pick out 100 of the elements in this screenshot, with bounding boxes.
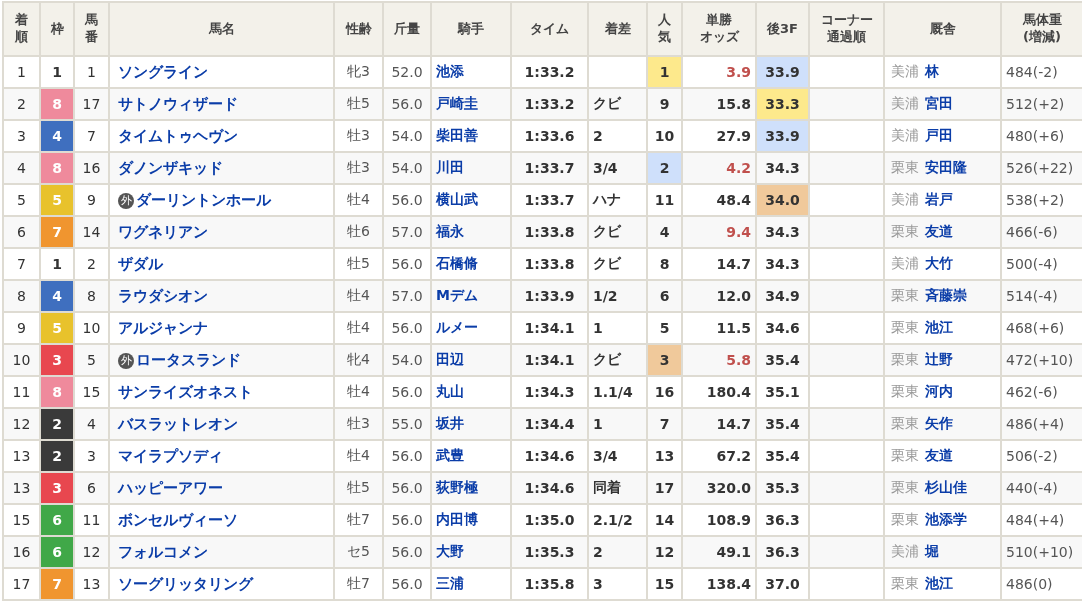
trainer-link[interactable]: 戸田 bbox=[925, 127, 953, 143]
time-cell: 1:35.3 bbox=[511, 536, 588, 568]
odds-cell: 4.2 bbox=[682, 152, 756, 184]
horse-name-link[interactable]: ザダル bbox=[118, 254, 163, 273]
trainer-link[interactable]: 池江 bbox=[925, 319, 953, 335]
margin-cell: 3/4 bbox=[588, 152, 647, 184]
body-weight-cell: 486(+4) bbox=[1001, 408, 1082, 440]
margin-cell: 同着 bbox=[588, 472, 647, 504]
trainer-link[interactable]: 堀 bbox=[925, 543, 939, 559]
last-3f-cell: 34.9 bbox=[756, 280, 809, 312]
trainer-link[interactable]: 辻野 bbox=[925, 351, 953, 367]
column-header: 通過順 bbox=[826, 29, 867, 46]
time-cell: 1:35.8 bbox=[511, 568, 588, 600]
trainer-link[interactable]: 杉山佳 bbox=[925, 479, 967, 495]
rank-cell: 16 bbox=[3, 536, 40, 568]
body-weight-cell: 510(+10) bbox=[1001, 536, 1082, 568]
jockey-link[interactable]: 大野 bbox=[436, 543, 464, 559]
trainer-link[interactable]: 林 bbox=[925, 63, 939, 79]
trainer-link[interactable]: 河内 bbox=[925, 383, 953, 399]
trainer-link[interactable]: 大竹 bbox=[925, 255, 953, 271]
odds-cell: 12.0 bbox=[682, 280, 756, 312]
stable-region: 栗東 bbox=[891, 383, 919, 399]
trainer-link[interactable]: 安田隆 bbox=[925, 159, 967, 175]
stable-region: 栗東 bbox=[891, 415, 919, 431]
odds-cell: 15.8 bbox=[682, 88, 756, 120]
stable-region: 栗東 bbox=[891, 447, 919, 463]
foreign-horse-mark: 外 bbox=[118, 352, 134, 369]
trainer-link[interactable]: 斉藤崇 bbox=[925, 287, 967, 303]
column-header: 順 bbox=[14, 29, 29, 46]
jockey-link[interactable]: 池添 bbox=[436, 63, 464, 79]
column-header: 馬名 bbox=[207, 20, 236, 38]
margin-cell: クビ bbox=[588, 216, 647, 248]
sex-age-cell: 牡3 bbox=[334, 408, 383, 440]
jockey-link[interactable]: 武豊 bbox=[436, 447, 464, 463]
body-weight-cell: 512(+2) bbox=[1001, 88, 1082, 120]
jockey-link[interactable]: 丸山 bbox=[436, 383, 464, 399]
odds-cell: 9.4 bbox=[682, 216, 756, 248]
margin-cell: 3 bbox=[588, 568, 647, 600]
rank-cell: 10 bbox=[3, 344, 40, 376]
horse-name-link[interactable]: ロータスランド bbox=[136, 350, 241, 369]
column-header: コーナー bbox=[819, 12, 874, 29]
column-header: (増減) bbox=[1022, 29, 1062, 46]
jockey-link[interactable]: 坂井 bbox=[436, 415, 464, 431]
margin-cell: 1 bbox=[588, 408, 647, 440]
column-header: 気 bbox=[657, 29, 672, 46]
column-header: 馬体重 bbox=[1021, 12, 1063, 29]
jockey-link[interactable]: 田辺 bbox=[436, 351, 464, 367]
weight-cell: 54.0 bbox=[383, 152, 431, 184]
column-header: オッズ bbox=[698, 29, 741, 46]
body-weight-cell: 440(-4) bbox=[1001, 472, 1082, 504]
last-3f-cell: 33.9 bbox=[756, 120, 809, 152]
trainer-link[interactable]: 岩戸 bbox=[925, 191, 953, 207]
sex-age-cell: セ5 bbox=[334, 536, 383, 568]
last-3f-cell: 35.3 bbox=[756, 472, 809, 504]
body-weight-cell: 514(-4) bbox=[1001, 280, 1082, 312]
last-3f-cell: 36.3 bbox=[756, 536, 809, 568]
sex-age-cell: 牡4 bbox=[334, 280, 383, 312]
weight-cell: 56.0 bbox=[383, 472, 431, 504]
last-3f-cell: 33.3 bbox=[756, 88, 809, 120]
stable-region: 栗東 bbox=[891, 159, 919, 175]
sex-age-cell: 牡7 bbox=[334, 568, 383, 600]
stable-region: 栗東 bbox=[891, 575, 919, 591]
last-3f-cell: 35.4 bbox=[756, 408, 809, 440]
weight-cell: 56.0 bbox=[383, 88, 431, 120]
trainer-link[interactable]: 友道 bbox=[925, 447, 953, 463]
jockey-link[interactable]: 三浦 bbox=[436, 575, 464, 591]
column-header: 厩舎 bbox=[928, 20, 957, 38]
body-weight-cell: 472(+10) bbox=[1001, 344, 1082, 376]
column-header: 騎手 bbox=[456, 20, 485, 38]
margin-cell: 1/2 bbox=[588, 280, 647, 312]
stable-region: 栗東 bbox=[891, 319, 919, 335]
trainer-link[interactable]: 矢作 bbox=[925, 415, 953, 431]
time-cell: 1:33.2 bbox=[511, 88, 588, 120]
trainer-link[interactable]: 友道 bbox=[925, 223, 953, 239]
stable-region: 栗東 bbox=[891, 287, 919, 303]
sex-age-cell: 牡5 bbox=[334, 472, 383, 504]
trainer-link[interactable]: 池江 bbox=[925, 575, 953, 591]
last-3f-cell: 35.4 bbox=[756, 344, 809, 376]
jockey-link[interactable]: 川田 bbox=[436, 159, 464, 175]
column-header: 人 bbox=[657, 12, 672, 29]
odds-cell: 49.1 bbox=[682, 536, 756, 568]
stable-region: 栗東 bbox=[891, 511, 919, 527]
sex-age-cell: 牡6 bbox=[334, 216, 383, 248]
weight-cell: 56.0 bbox=[383, 568, 431, 600]
margin-cell: クビ bbox=[588, 88, 647, 120]
jockey-link[interactable]: 福永 bbox=[436, 223, 464, 239]
time-cell: 1:33.7 bbox=[511, 152, 588, 184]
trainer-link[interactable]: 宮田 bbox=[925, 95, 953, 111]
sex-age-cell: 牡3 bbox=[334, 152, 383, 184]
time-cell: 1:33.8 bbox=[511, 216, 588, 248]
horse-name-link[interactable]: ダーリントンホール bbox=[136, 190, 271, 209]
column-header: 性齢 bbox=[344, 20, 373, 38]
last-3f-cell: 34.3 bbox=[756, 216, 809, 248]
column-header: 番 bbox=[84, 29, 99, 46]
stable-region: 美浦 bbox=[891, 63, 919, 79]
time-cell: 1:34.6 bbox=[511, 472, 588, 504]
column-header: 単勝 bbox=[705, 12, 733, 29]
popularity-cell: 15 bbox=[647, 568, 682, 600]
margin-cell: クビ bbox=[588, 344, 647, 376]
trainer-link[interactable]: 池添学 bbox=[925, 511, 967, 527]
